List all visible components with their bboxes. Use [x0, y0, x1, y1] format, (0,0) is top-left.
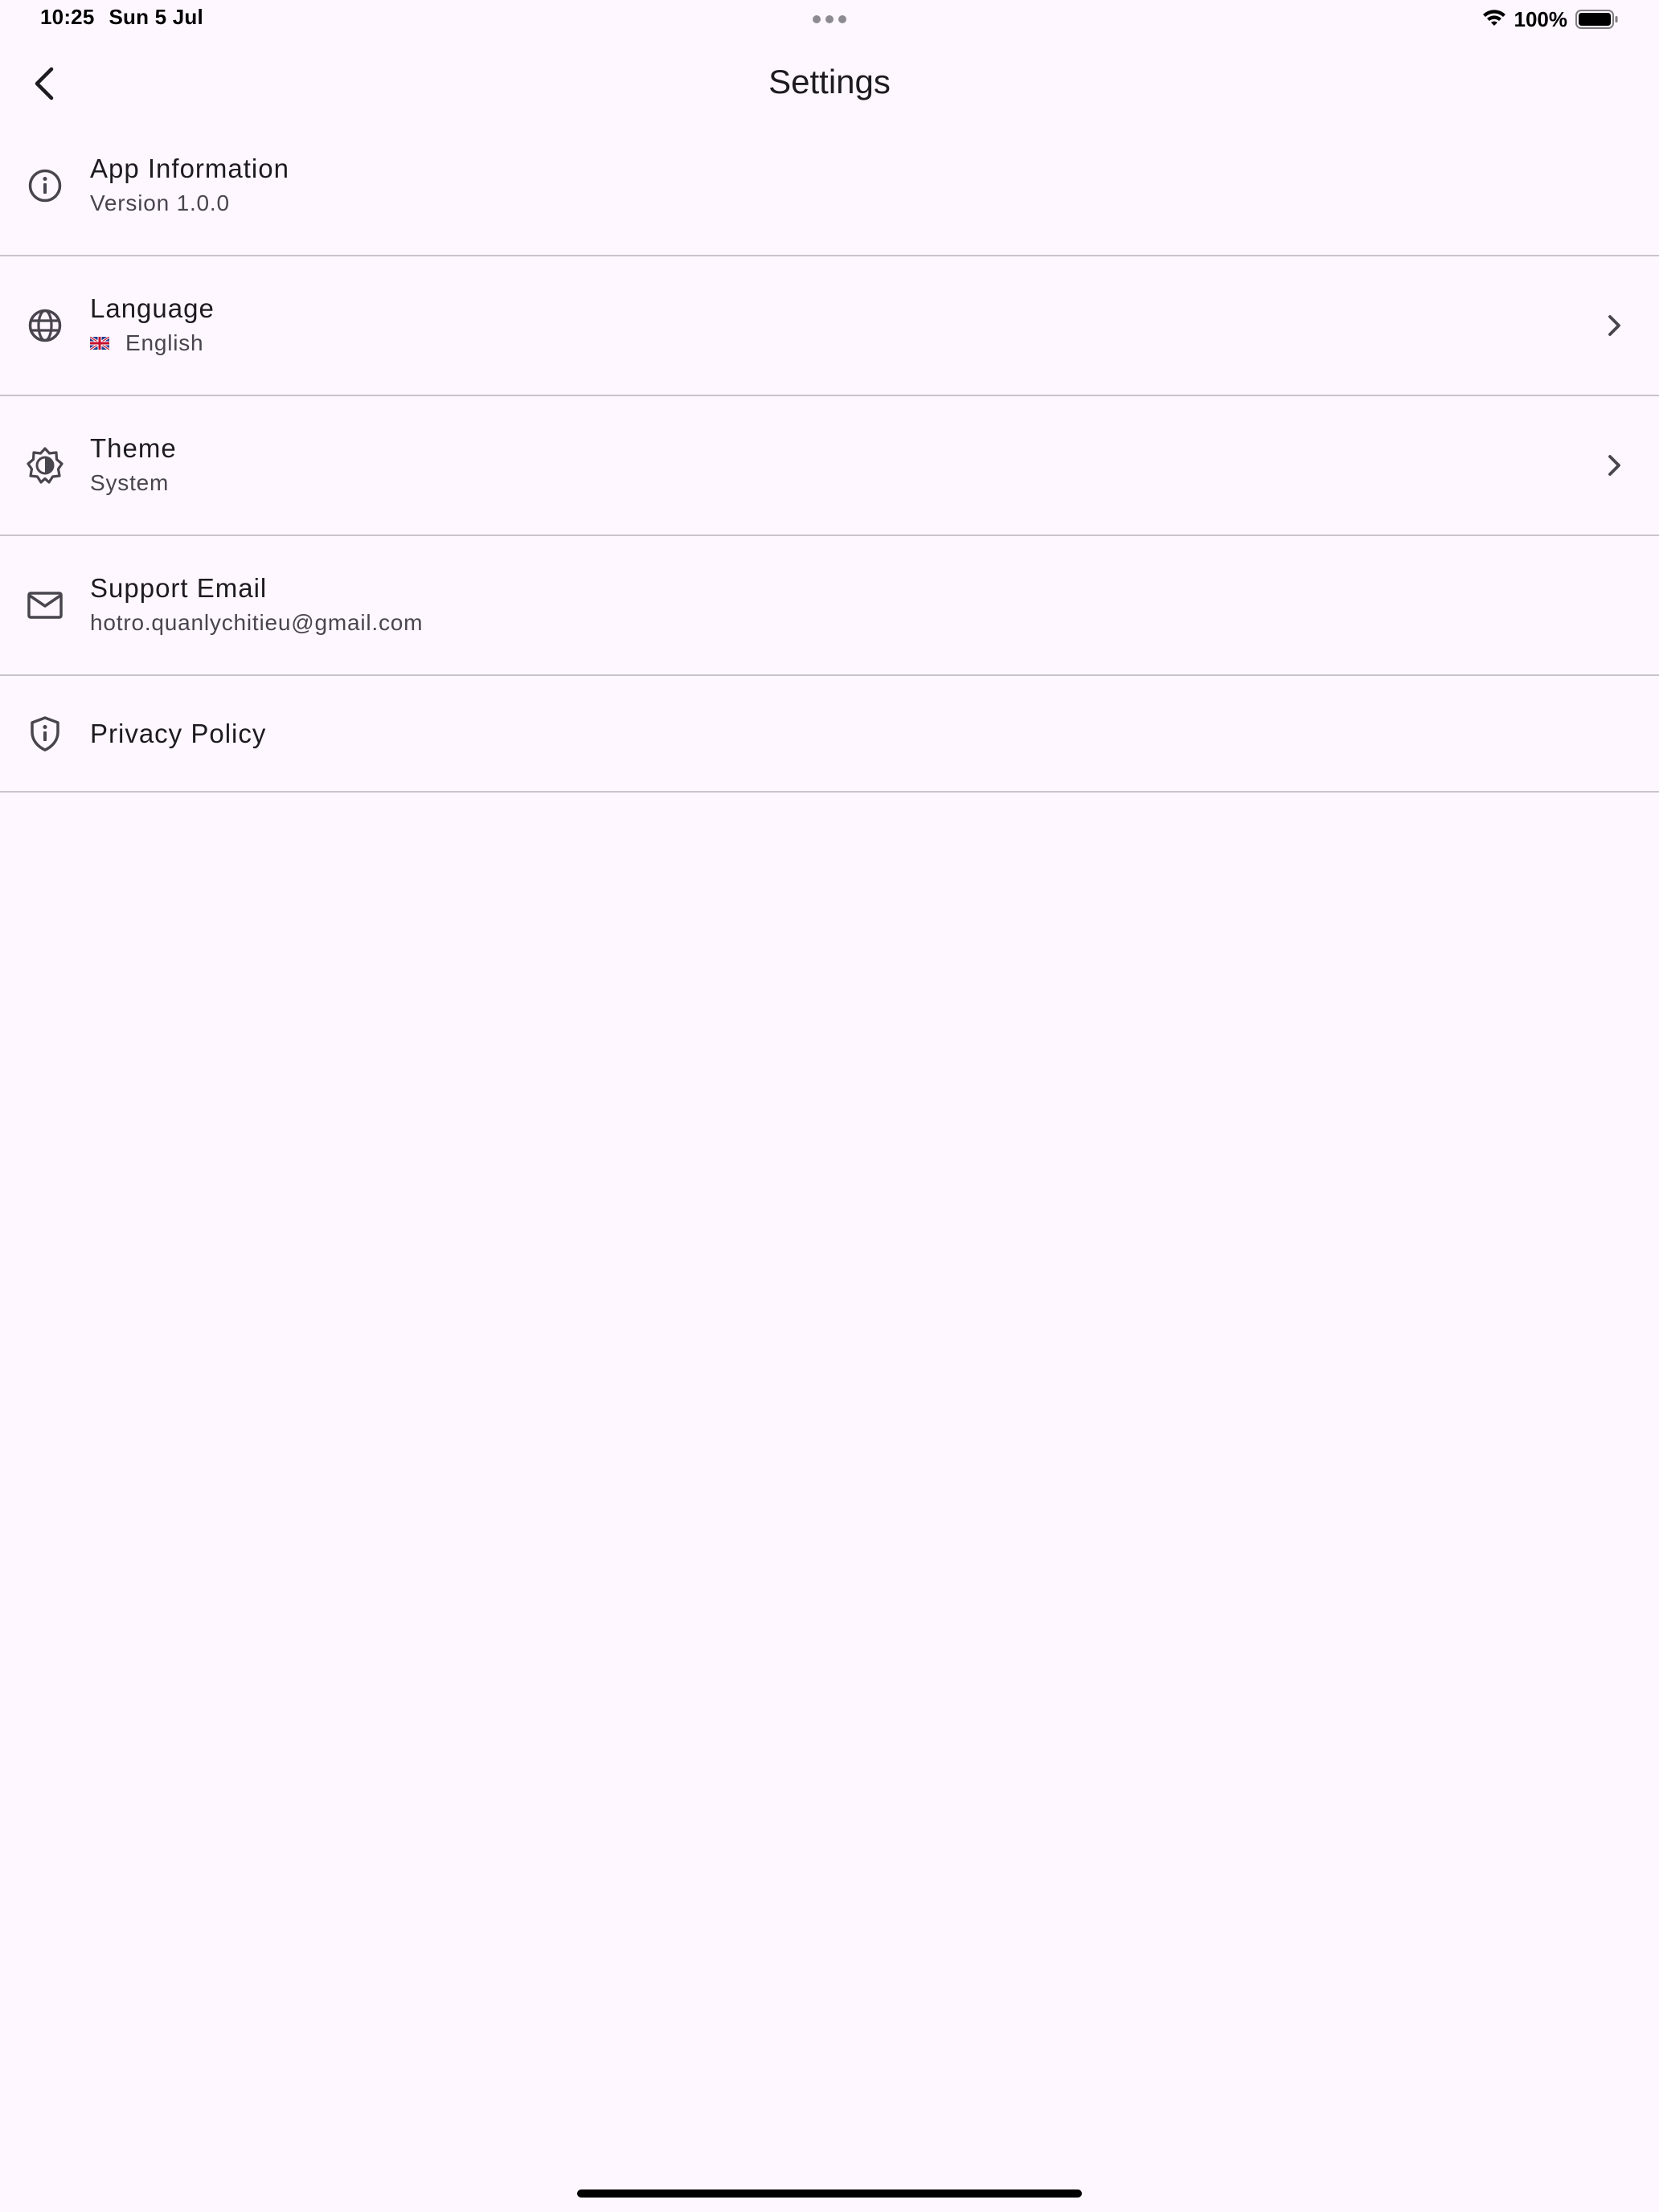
chevron-right-icon — [1598, 309, 1630, 342]
language-value: English — [125, 330, 204, 355]
settings-item-text: Privacy Policy — [90, 717, 266, 751]
status-bar: 10:25 Sun 5 Jul 100% — [0, 0, 1659, 40]
settings-item-text: Language English — [90, 292, 215, 359]
globe-icon — [26, 306, 64, 345]
info-icon — [26, 166, 64, 205]
wifi-icon — [1482, 10, 1505, 26]
settings-item-subtitle: Version 1.0.0 — [90, 190, 230, 215]
settings-item-text: Theme System — [90, 432, 177, 499]
battery-percent: 100% — [1514, 6, 1568, 31]
status-date: Sun 5 Jul — [109, 5, 203, 29]
battery-icon — [1575, 10, 1618, 29]
settings-item-title: Theme — [90, 433, 177, 463]
settings-item-privacy-policy[interactable]: Privacy Policy — [0, 676, 1659, 793]
settings-item-text: Support Email hotro.quanlychitieu@gmail.… — [90, 571, 423, 639]
chevron-right-icon — [1598, 449, 1630, 481]
shield-icon — [26, 715, 64, 753]
settings-list: App Information Version 1.0.0 Language E… — [0, 117, 1659, 793]
settings-item-subtitle: System — [90, 470, 170, 495]
settings-item-support-email[interactable]: Support Email hotro.quanlychitieu@gmail.… — [0, 536, 1659, 676]
settings-item-theme[interactable]: Theme System — [0, 396, 1659, 536]
status-indicators: 100% — [1482, 5, 1620, 34]
settings-item-title: Privacy Policy — [90, 718, 267, 748]
multitasking-dots-icon[interactable] — [812, 14, 847, 24]
settings-item-app-information[interactable]: App Information Version 1.0.0 — [0, 117, 1659, 256]
settings-item-title: Support Email — [90, 573, 268, 603]
mail-icon — [26, 586, 64, 625]
settings-item-title: Language — [90, 293, 215, 323]
brightness-icon — [26, 446, 64, 485]
settings-item-text: App Information Version 1.0.0 — [90, 152, 289, 219]
settings-item-title: App Information — [90, 154, 289, 183]
support-email-address[interactable]: hotro.quanlychitieu@gmail.com — [90, 607, 423, 639]
status-time: 10:25 — [40, 5, 95, 29]
status-time-date: 10:25 Sun 5 Jul — [40, 5, 203, 30]
page-title: Settings — [768, 63, 891, 100]
settings-item-subtitle: English — [90, 327, 215, 359]
uk-flag-icon — [90, 337, 109, 350]
app-bar: Settings — [0, 40, 1659, 129]
settings-item-language[interactable]: Language English — [0, 256, 1659, 396]
home-indicator[interactable] — [577, 2189, 1082, 2198]
